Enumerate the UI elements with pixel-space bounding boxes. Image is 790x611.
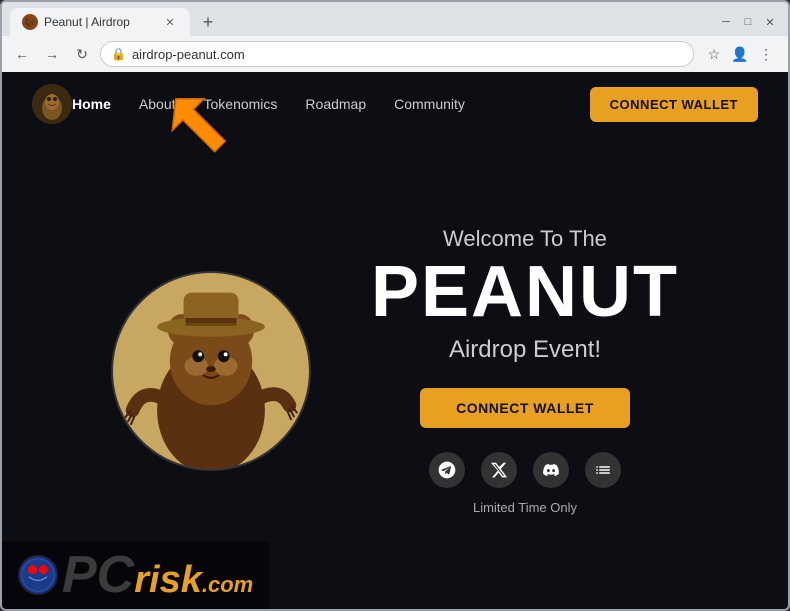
pcrisk-watermark: PC risk .com [2,541,269,609]
pcrisk-logo-ball [18,555,58,595]
hero-right-content: Welcome To The PEANUT Airdrop Event! CON… [371,226,679,515]
twitter-icon[interactable] [481,452,517,488]
connect-wallet-hero-button[interactable]: CONNECT WALLET [420,388,630,428]
url-text: airdrop-peanut.com [132,47,245,62]
nav-about[interactable]: About [139,96,176,112]
airdrop-subtitle: Airdrop Event! [371,336,679,364]
discord-icon[interactable] [533,452,569,488]
site-content: Home About Tokenomics Roadmap Community … [2,72,788,609]
hero-image-container [111,271,311,471]
social-icons [371,452,679,488]
address-bar: ← → ↻ 🔒 airdrop-peanut.com ☆ 👤 ⋮ [2,36,788,72]
hero-section: Welcome To The PEANUT Airdrop Event! CON… [2,136,788,605]
welcome-text: Welcome To The [371,226,679,252]
peanut-title: PEANUT [371,256,679,328]
peanut-mascot-image [111,271,311,471]
active-tab[interactable]: 🐿 Peanut | Airdrop ✕ [10,8,190,36]
menu-icon[interactable]: ⋮ [756,44,776,64]
connect-wallet-nav-button[interactable]: CONNECT WALLET [590,87,758,122]
risk-text: risk [134,561,202,599]
nav-home[interactable]: Home [72,96,111,112]
nav-links: Home About Tokenomics Roadmap Community [72,96,590,112]
site-logo[interactable] [32,84,72,124]
forward-button[interactable]: → [40,42,64,66]
tab-close-button[interactable]: ✕ [162,14,178,30]
minimize-button[interactable]: ─ [716,14,736,30]
pc-text: PC [62,549,134,601]
com-text: .com [202,572,253,598]
nav-tokenomics[interactable]: Tokenomics [204,96,278,112]
refresh-button[interactable]: ↻ [70,42,94,66]
new-tab-button[interactable]: + [194,8,222,36]
profile-icon[interactable]: 👤 [730,44,750,64]
tab-title: Peanut | Airdrop [44,15,130,29]
close-button[interactable]: ✕ [760,14,780,30]
browser-frame: 🐿 Peanut | Airdrop ✕ + ─ □ ✕ ← → ↻ 🔒 air… [0,0,790,611]
lock-icon: 🔒 [111,47,126,61]
site-navbar: Home About Tokenomics Roadmap Community … [2,72,788,136]
url-bar[interactable]: 🔒 airdrop-peanut.com [100,41,694,67]
nav-community[interactable]: Community [394,96,465,112]
tab-favicon: 🐿 [22,14,38,30]
bookmark-icon[interactable]: ☆ [704,44,724,64]
tab-bar: 🐿 Peanut | Airdrop ✕ + ─ □ ✕ [2,2,788,36]
back-button[interactable]: ← [10,42,34,66]
telegram-icon[interactable] [429,452,465,488]
limited-time-text: Limited Time Only [371,500,679,515]
maximize-button[interactable]: □ [738,14,758,30]
chart-icon[interactable] [585,452,621,488]
nav-roadmap[interactable]: Roadmap [305,96,366,112]
